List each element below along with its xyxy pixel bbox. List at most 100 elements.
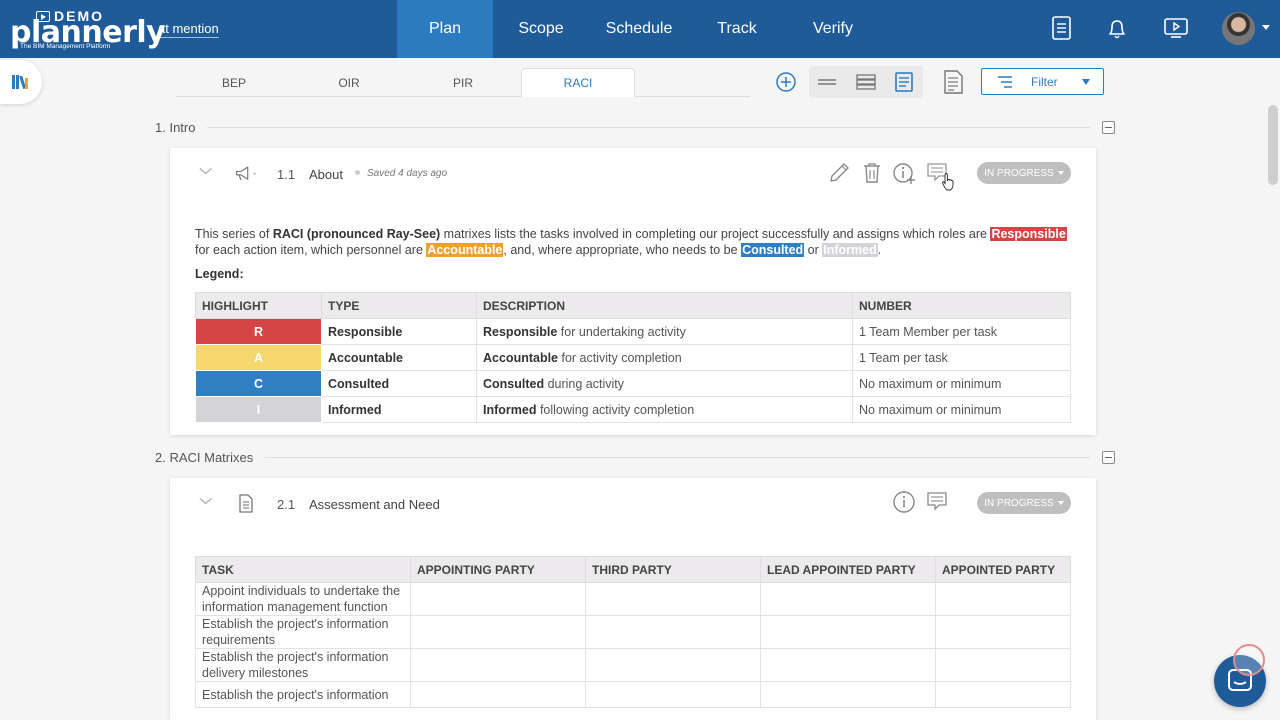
view-detail-icon[interactable]: [889, 68, 919, 96]
page-scrollbar[interactable]: [1268, 105, 1278, 185]
raci-cell[interactable]: [585, 582, 761, 616]
description-text: during activity: [544, 376, 625, 391]
nav-track[interactable]: Track: [689, 0, 785, 58]
tab-pir[interactable]: PIR: [406, 68, 520, 97]
tab-raci[interactable]: RACI: [521, 68, 635, 97]
type-cell: Responsible: [321, 318, 477, 345]
info-add-icon[interactable]: [892, 161, 916, 185]
item-number: 1.1: [277, 167, 296, 182]
table-row: Establish the project's information deli…: [195, 648, 1071, 682]
highlight-consulted: Consulted: [741, 243, 805, 257]
task-cell[interactable]: Establish the project's information requ…: [195, 615, 411, 649]
intro-bold: RACI (pronounced Ray-See): [272, 227, 441, 241]
highlight-responsible: Responsible: [990, 227, 1067, 241]
user-avatar[interactable]: [1222, 12, 1255, 45]
chevron-down-icon[interactable]: [196, 166, 212, 176]
raci-cell[interactable]: [935, 615, 1071, 649]
raci-cell[interactable]: [585, 648, 761, 682]
filter-label: Filter: [1031, 74, 1058, 89]
nav-plan[interactable]: Plan: [397, 0, 493, 58]
view-compact-icon[interactable]: [812, 68, 842, 96]
status-dropdown[interactable]: IN PROGRESS: [977, 162, 1071, 184]
raci-cell[interactable]: [935, 582, 1071, 616]
raci-cell[interactable]: [760, 648, 936, 682]
task-cell[interactable]: Establish the project's information: [195, 681, 411, 708]
caret-down-icon: [1081, 78, 1090, 85]
item-title[interactable]: Assessment and Need: [309, 497, 440, 512]
add-icon[interactable]: [771, 68, 801, 96]
type-cell: Consulted: [321, 370, 477, 397]
document-icon: [239, 494, 253, 513]
number-cell: No maximum or minimum: [852, 370, 1071, 397]
intro-paragraph: This series of RACI (pronounced Ray-See)…: [195, 226, 1075, 258]
view-list-icon[interactable]: [851, 68, 881, 96]
project-name-link[interactable]: at mention: [158, 21, 219, 38]
collapse-section-button[interactable]: [1102, 120, 1115, 134]
section-title: 1. Intro: [155, 119, 196, 135]
nav-verify[interactable]: Verify: [785, 0, 881, 58]
intro-text-part: matrixes lists the tasks involved in com…: [440, 227, 991, 241]
info-icon[interactable]: [892, 490, 916, 514]
nav-schedule[interactable]: Schedule: [589, 0, 689, 58]
raci-matrix-table: TASK APPOINTING PARTY THIRD PARTY LEAD A…: [195, 556, 1071, 708]
tab-oir[interactable]: OIR: [292, 68, 406, 97]
nav-scope[interactable]: Scope: [493, 0, 589, 58]
section-header: 2. RACI Matrixes: [155, 447, 1115, 467]
saved-timestamp: Saved 4 days ago: [367, 168, 448, 179]
raci-cell[interactable]: [935, 648, 1071, 682]
description-cell: Consulted during activity: [476, 370, 853, 397]
raci-cell[interactable]: [760, 615, 936, 649]
table-row: R Responsible Responsible for undertakin…: [195, 318, 1071, 345]
highlight-swatch: I: [195, 396, 322, 423]
document-icon[interactable]: [1048, 14, 1076, 42]
main-nav: Plan Scope Schedule Track Verify: [397, 0, 881, 58]
table-row: Appoint individuals to undertake the inf…: [195, 582, 1071, 616]
comment-icon[interactable]: [926, 490, 950, 514]
raci-cell[interactable]: [410, 582, 586, 616]
raci-cell[interactable]: [410, 648, 586, 682]
type-cell: Informed: [321, 396, 477, 423]
task-cell[interactable]: Appoint individuals to undertake the inf…: [195, 582, 411, 616]
report-icon[interactable]: [938, 68, 968, 96]
chevron-down-icon[interactable]: [196, 496, 212, 506]
description-bold: Consulted: [483, 376, 545, 391]
raci-cell[interactable]: [760, 681, 936, 708]
divider: [207, 126, 1090, 128]
video-icon[interactable]: [1162, 14, 1190, 42]
task-cell[interactable]: Establish the project's information deli…: [195, 648, 411, 682]
raci-cell[interactable]: [410, 615, 586, 649]
notification-badge[interactable]: [1233, 644, 1265, 676]
plannerly-logo[interactable]: DEMO plannerly The BIM Management Platfo…: [10, 8, 166, 52]
status-dropdown[interactable]: IN PROGRESS: [977, 492, 1071, 514]
raci-cell[interactable]: [760, 582, 936, 616]
item-title[interactable]: About: [309, 167, 343, 182]
table-header-row: HIGHLIGHT TYPE DESCRIPTION NUMBER: [195, 292, 1071, 319]
section-title: 2. RACI Matrixes: [155, 449, 254, 465]
item-card-assessment: 2.1 Assessment and Need IN PROGRESS TASK…: [170, 478, 1096, 720]
intro-text-part: for each action item, which personnel ar…: [195, 243, 427, 257]
description-cell: Accountable for activity completion: [476, 344, 853, 371]
filter-icon: [998, 75, 1012, 88]
column-header: THIRD PARTY: [585, 556, 761, 583]
column-header: LEAD APPOINTED PARTY: [760, 556, 936, 583]
raci-cell[interactable]: [410, 681, 586, 708]
raci-cell[interactable]: [585, 681, 761, 708]
chevron-down-icon[interactable]: [1262, 25, 1270, 30]
raci-cell[interactable]: [585, 615, 761, 649]
column-header: NUMBER: [852, 292, 1071, 319]
table-row: C Consulted Consulted during activity No…: [195, 370, 1071, 397]
pencil-icon[interactable]: [827, 161, 851, 185]
trash-icon[interactable]: [860, 161, 884, 185]
library-button[interactable]: [0, 60, 42, 104]
column-header: TYPE: [321, 292, 477, 319]
bell-icon[interactable]: [1103, 14, 1131, 42]
logo-tagline: The BIM Management Platform: [20, 43, 111, 50]
tab-bep[interactable]: BEP: [176, 68, 292, 97]
description-bold: Responsible: [483, 324, 558, 339]
raci-cell[interactable]: [935, 681, 1071, 708]
table-row: A Accountable Accountable for activity c…: [195, 344, 1071, 371]
megaphone-icon[interactable]: [234, 162, 258, 186]
collapse-section-button[interactable]: [1102, 450, 1115, 464]
column-header: DESCRIPTION: [476, 292, 853, 319]
filter-button[interactable]: Filter: [981, 68, 1104, 95]
